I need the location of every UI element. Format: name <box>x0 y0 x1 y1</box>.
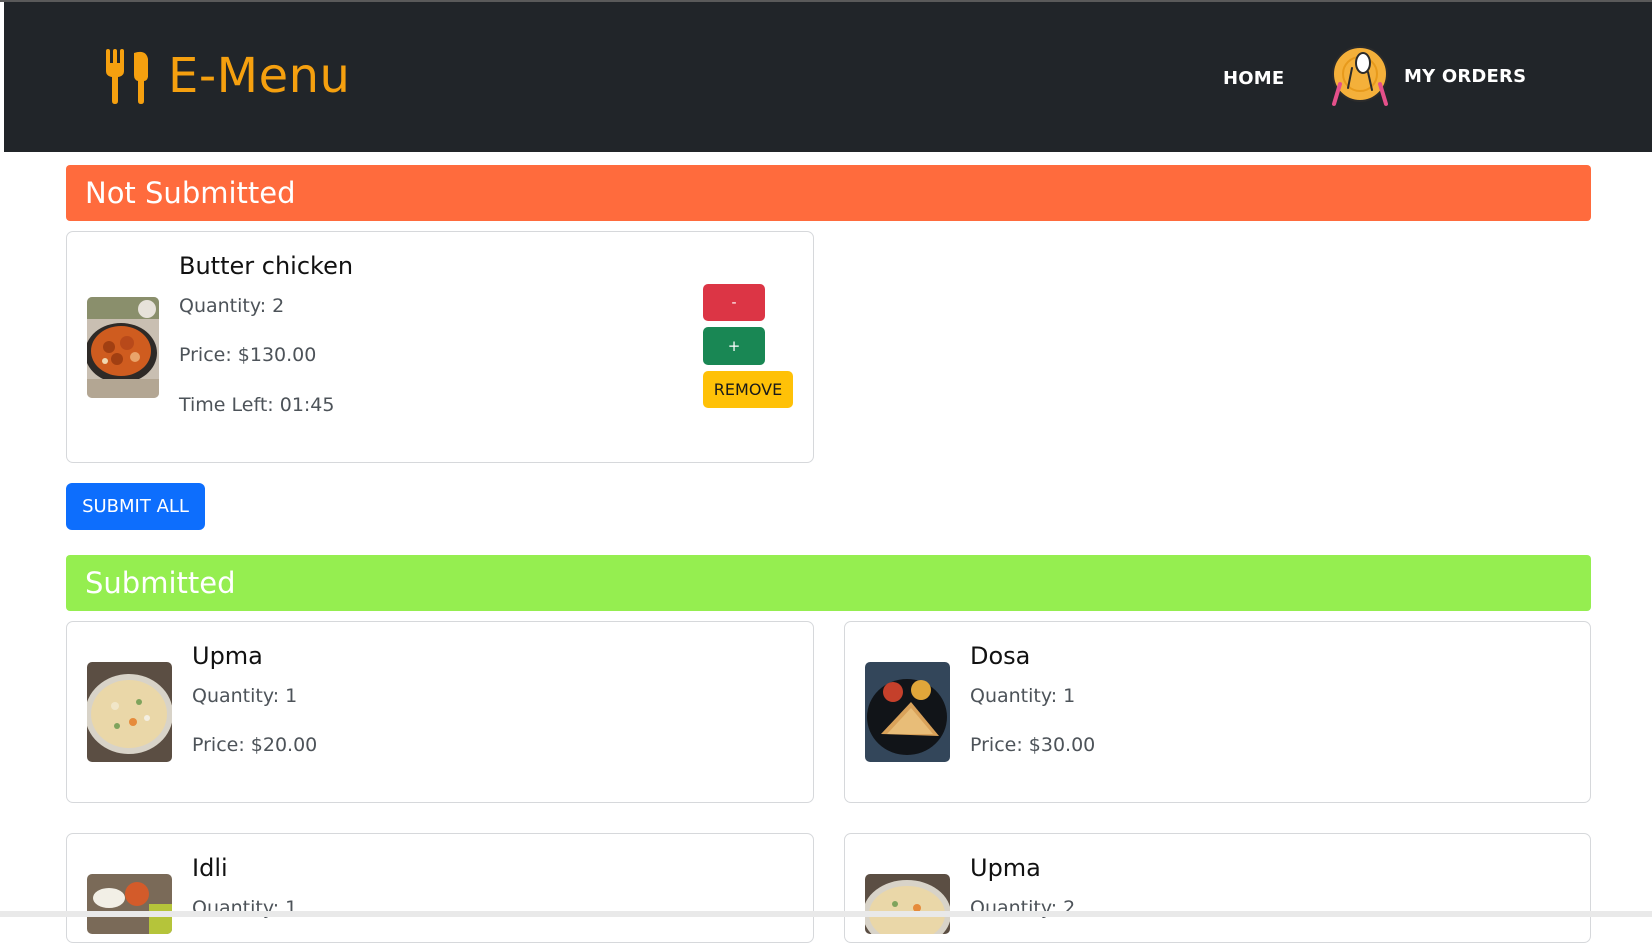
order-card-pending: Butter chicken Quantity: 2 Price: $130.0… <box>66 231 814 463</box>
dosa-image <box>865 662 950 762</box>
fork-knife-icon <box>106 49 148 104</box>
upma-image <box>865 874 950 934</box>
remove-item-button[interactable]: REMOVE <box>703 371 793 408</box>
nav-my-orders-link[interactable]: MY ORDERS <box>1330 44 1526 108</box>
submitted-order-card: Upma Quantity: 2 <box>844 833 1591 943</box>
brand-name: E-Menu <box>168 48 351 104</box>
item-quantity: Quantity: 1 <box>192 685 298 707</box>
item-name: Butter chicken <box>179 252 354 280</box>
item-name: Idli <box>192 854 228 882</box>
submitted-order-card: Dosa Quantity: 1 Price: $30.00 <box>844 621 1591 803</box>
item-name: Upma <box>192 642 263 670</box>
item-name: Dosa <box>970 642 1031 670</box>
item-time-left: Time Left: 01:45 <box>179 394 335 416</box>
item-price: Price: $30.00 <box>970 734 1096 756</box>
decrease-quantity-button[interactable]: - <box>703 284 765 321</box>
item-quantity: Quantity: 1 <box>970 685 1076 707</box>
window-bottom-border <box>0 911 1652 917</box>
brand-link[interactable]: E-Menu <box>104 44 350 108</box>
nav-home-link[interactable]: HOME <box>1223 68 1284 89</box>
submitted-order-card: Idli Quantity: 1 <box>66 833 814 943</box>
item-name: Upma <box>970 854 1041 882</box>
nav-my-orders-label: MY ORDERS <box>1404 65 1527 87</box>
item-price: Price: $20.00 <box>192 734 318 756</box>
plate-cutlery-icon <box>1332 46 1388 106</box>
idli-image <box>87 874 172 934</box>
item-price: Price: $130.00 <box>179 344 317 366</box>
not-submitted-header: Not Submitted <box>66 165 1591 221</box>
submit-all-button[interactable]: SUBMIT ALL <box>66 483 205 530</box>
upma-image <box>87 662 172 762</box>
submitted-header: Submitted <box>66 555 1591 611</box>
butter-chicken-image <box>87 297 159 398</box>
navbar: E-Menu HOME MY ORDERS <box>4 2 1652 152</box>
submitted-order-card: Upma Quantity: 1 Price: $20.00 <box>66 621 814 803</box>
increase-quantity-button[interactable]: + <box>703 327 765 365</box>
item-quantity: Quantity: 2 <box>179 295 285 317</box>
